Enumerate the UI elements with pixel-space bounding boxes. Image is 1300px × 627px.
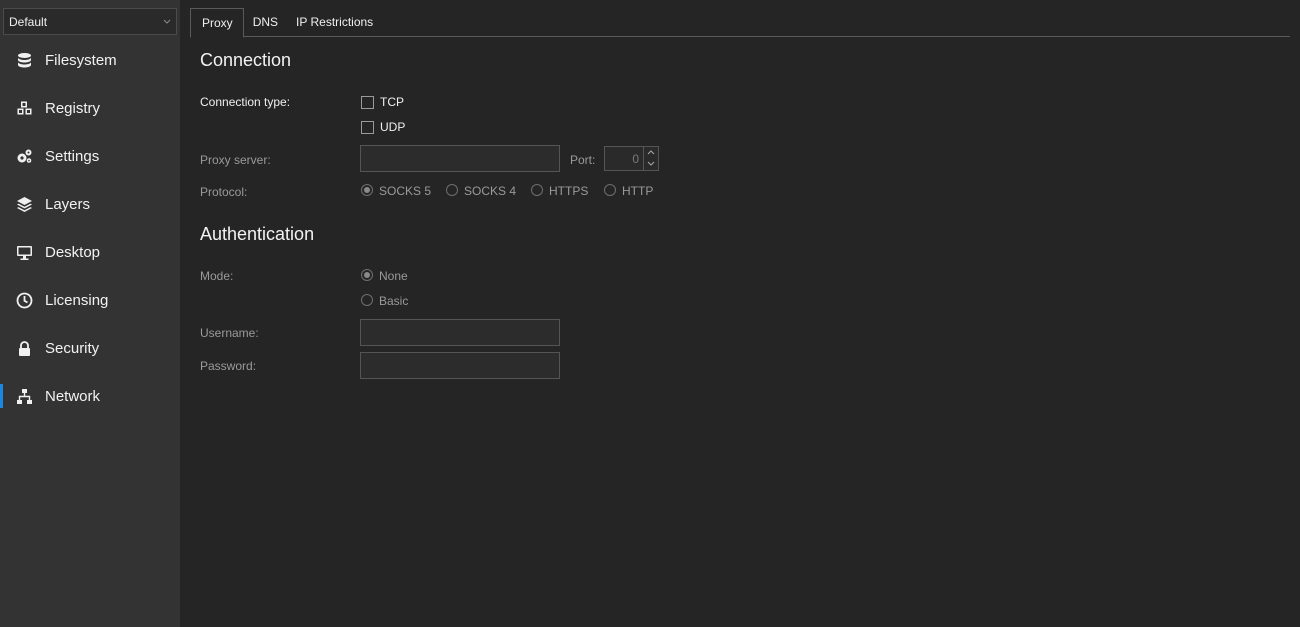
port-label: Port:: [570, 153, 596, 167]
password-label: Password:: [200, 359, 257, 373]
tcp-checkbox[interactable]: [361, 96, 374, 109]
port-spinner: [643, 147, 658, 170]
protocol-label-http: HTTP: [622, 184, 654, 198]
proxy-server-input[interactable]: [360, 145, 560, 172]
sidebar-item-label: Network: [45, 387, 101, 405]
sidebar-item-filesystem[interactable]: Filesystem: [0, 36, 180, 84]
sidebar-item-label: Security: [45, 339, 100, 357]
protocol-label: Protocol:: [200, 185, 248, 199]
mode-label-basic: Basic: [379, 294, 409, 308]
sidebar-item-label: Licensing: [45, 291, 109, 309]
protocol-radio-https[interactable]: [531, 184, 543, 196]
tab-proxy[interactable]: Proxy: [190, 8, 244, 38]
mode-radio-basic[interactable]: [361, 294, 373, 306]
protocol-label-socks4: SOCKS 4: [464, 184, 517, 198]
port-stepper[interactable]: 0: [604, 146, 659, 171]
sidebar-item-layers[interactable]: Layers: [0, 180, 180, 228]
monitor-icon: [16, 244, 33, 261]
tab-bar: Proxy DNS IP Restrictions: [190, 8, 1290, 38]
network-icon: [16, 388, 33, 405]
sidebar-item-label: Registry: [45, 99, 101, 117]
main-panel: Proxy DNS IP Restrictions Connection Con…: [190, 8, 1290, 608]
protocol-radio-socks4[interactable]: [446, 184, 458, 196]
sidebar-nav: Filesystem Registry Settings Layers Desk…: [0, 36, 180, 420]
chevron-down-icon: [647, 161, 655, 166]
connection-type-label: Connection type:: [200, 95, 291, 109]
profile-select[interactable]: Default: [3, 8, 177, 35]
port-decrement-button[interactable]: [644, 158, 658, 169]
mode-label: Mode:: [200, 269, 234, 283]
sidebar: Default Filesystem Registry Settings Lay…: [0, 0, 180, 627]
username-input[interactable]: [360, 319, 560, 346]
port-increment-button[interactable]: [644, 147, 658, 158]
protocol-label-https: HTTPS: [549, 184, 589, 198]
tab-ip-restrictions[interactable]: IP Restrictions: [287, 8, 382, 37]
layers-icon: [16, 196, 33, 213]
gears-icon: [16, 148, 33, 165]
sidebar-item-label: Desktop: [45, 243, 101, 261]
connection-title: Connection: [200, 50, 292, 70]
port-value: 0: [632, 152, 639, 166]
proxy-server-label: Proxy server:: [200, 153, 271, 167]
protocol-radio-http[interactable]: [604, 184, 616, 196]
mode-label-none: None: [379, 269, 408, 283]
chevron-up-icon: [647, 150, 655, 155]
sidebar-item-label: Filesystem: [45, 51, 117, 69]
sidebar-item-network[interactable]: Network: [0, 372, 180, 420]
sidebar-item-licensing[interactable]: Licensing: [0, 276, 180, 324]
sidebar-item-label: Settings: [45, 147, 100, 165]
sidebar-item-registry[interactable]: Registry: [0, 84, 180, 132]
sidebar-item-settings[interactable]: Settings: [0, 132, 180, 180]
tab-dns[interactable]: DNS: [244, 8, 287, 37]
protocol-radio-socks5[interactable]: [361, 184, 373, 196]
sidebar-item-security[interactable]: Security: [0, 324, 180, 372]
udp-label: UDP: [380, 120, 406, 134]
sidebar-item-label: Layers: [45, 195, 91, 213]
clock-icon: [16, 292, 33, 309]
database-icon: [16, 52, 33, 69]
profile-select-value: Default: [9, 15, 48, 29]
lock-icon: [16, 340, 33, 357]
authentication-title: Authentication: [200, 224, 315, 244]
cubes-icon: [16, 100, 33, 117]
password-input[interactable]: [360, 352, 560, 379]
username-label: Username:: [200, 326, 259, 340]
mode-radio-none[interactable]: [361, 269, 373, 281]
chevron-down-icon: [163, 19, 171, 24]
tcp-label: TCP: [380, 95, 404, 109]
protocol-label-socks5: SOCKS 5: [379, 184, 432, 198]
sidebar-item-desktop[interactable]: Desktop: [0, 228, 180, 276]
udp-checkbox[interactable]: [361, 121, 374, 134]
